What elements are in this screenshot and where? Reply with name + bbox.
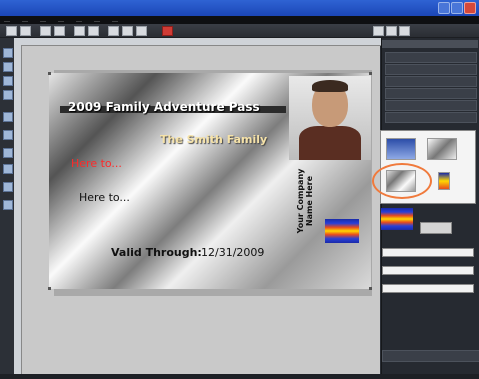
valid-through-date[interactable]: 12/31/2009 [201, 246, 264, 259]
shape-tool-icon[interactable] [3, 148, 13, 158]
vertical-ruler [14, 45, 22, 374]
photo-hair [312, 80, 348, 92]
selection-highlight-circle [372, 163, 432, 199]
zoom-icon[interactable] [399, 26, 410, 36]
text-tool-icon[interactable] [3, 62, 13, 72]
fill-tool-icon[interactable] [3, 164, 13, 174]
background-thumbnail[interactable] [427, 138, 457, 160]
menu-item-1[interactable]: … [4, 17, 10, 24]
menu-item-4[interactable]: … [58, 17, 64, 24]
paste-icon[interactable] [108, 26, 119, 36]
here-to-text[interactable]: Here to... [79, 191, 130, 204]
panel-footer [382, 350, 479, 362]
copy-icon[interactable] [88, 26, 99, 36]
here-to-red-text[interactable]: Here to... [71, 157, 122, 170]
background-thumbnail[interactable] [438, 172, 450, 190]
panel-row[interactable] [385, 64, 477, 75]
minimize-button[interactable] [438, 2, 450, 14]
resize-handle[interactable] [48, 72, 51, 75]
card-title[interactable]: 2009 Family Adventure Pass [68, 100, 260, 114]
barcode-tool-icon[interactable] [3, 130, 13, 140]
background-thumbnail[interactable] [386, 138, 416, 160]
valid-through-label[interactable]: Valid Through: [111, 246, 202, 259]
menu-item-6[interactable]: … [94, 17, 100, 24]
print-icon[interactable] [54, 26, 65, 36]
menu-item-3[interactable]: … [40, 17, 46, 24]
menu-item-7[interactable]: … [112, 17, 118, 24]
panel-row[interactable] [385, 52, 477, 63]
text-field[interactable] [382, 248, 474, 257]
panel-row[interactable] [385, 88, 477, 99]
new-icon[interactable] [6, 26, 17, 36]
title-bar [0, 0, 479, 16]
open-icon[interactable] [20, 26, 31, 36]
logo-preview[interactable] [381, 208, 413, 230]
select-tool-icon[interactable] [3, 48, 13, 58]
panel-row[interactable] [385, 112, 477, 123]
browse-button[interactable] [420, 222, 452, 234]
image-tool-icon[interactable] [3, 76, 13, 86]
cut-icon[interactable] [74, 26, 85, 36]
family-name[interactable]: The Smith Family [160, 133, 267, 146]
close-button[interactable] [464, 2, 476, 14]
undo-icon[interactable] [122, 26, 133, 36]
portrait-photo[interactable] [289, 76, 371, 160]
company-logo[interactable] [325, 219, 359, 243]
pan-tool-icon[interactable] [3, 200, 13, 210]
maximize-button[interactable] [451, 2, 463, 14]
grid-icon[interactable] [386, 26, 397, 36]
save-icon[interactable] [40, 26, 51, 36]
redo-icon[interactable] [136, 26, 147, 36]
horizontal-ruler [14, 38, 381, 46]
delete-icon[interactable] [162, 26, 173, 36]
menu-item-5[interactable]: … [76, 17, 82, 24]
menu-item-2[interactable]: … [22, 17, 28, 24]
menu-bar [0, 16, 479, 24]
line-tool-icon[interactable] [3, 112, 13, 122]
text-field[interactable] [382, 284, 474, 293]
company-name-block[interactable]: Your Company Name Here [291, 160, 319, 252]
resize-handle[interactable] [48, 287, 51, 290]
resize-handle[interactable] [369, 287, 372, 290]
text-field[interactable] [382, 266, 474, 275]
rectangle-tool-icon[interactable] [3, 90, 13, 100]
status-bar [0, 374, 479, 379]
resize-handle[interactable] [369, 72, 372, 75]
company-name: Your Company Name Here [296, 168, 314, 234]
panel-header [382, 40, 478, 48]
view-icon[interactable] [373, 26, 384, 36]
zoom-tool-icon[interactable] [3, 182, 13, 192]
panel-row[interactable] [385, 100, 477, 111]
panel-row[interactable] [385, 76, 477, 87]
